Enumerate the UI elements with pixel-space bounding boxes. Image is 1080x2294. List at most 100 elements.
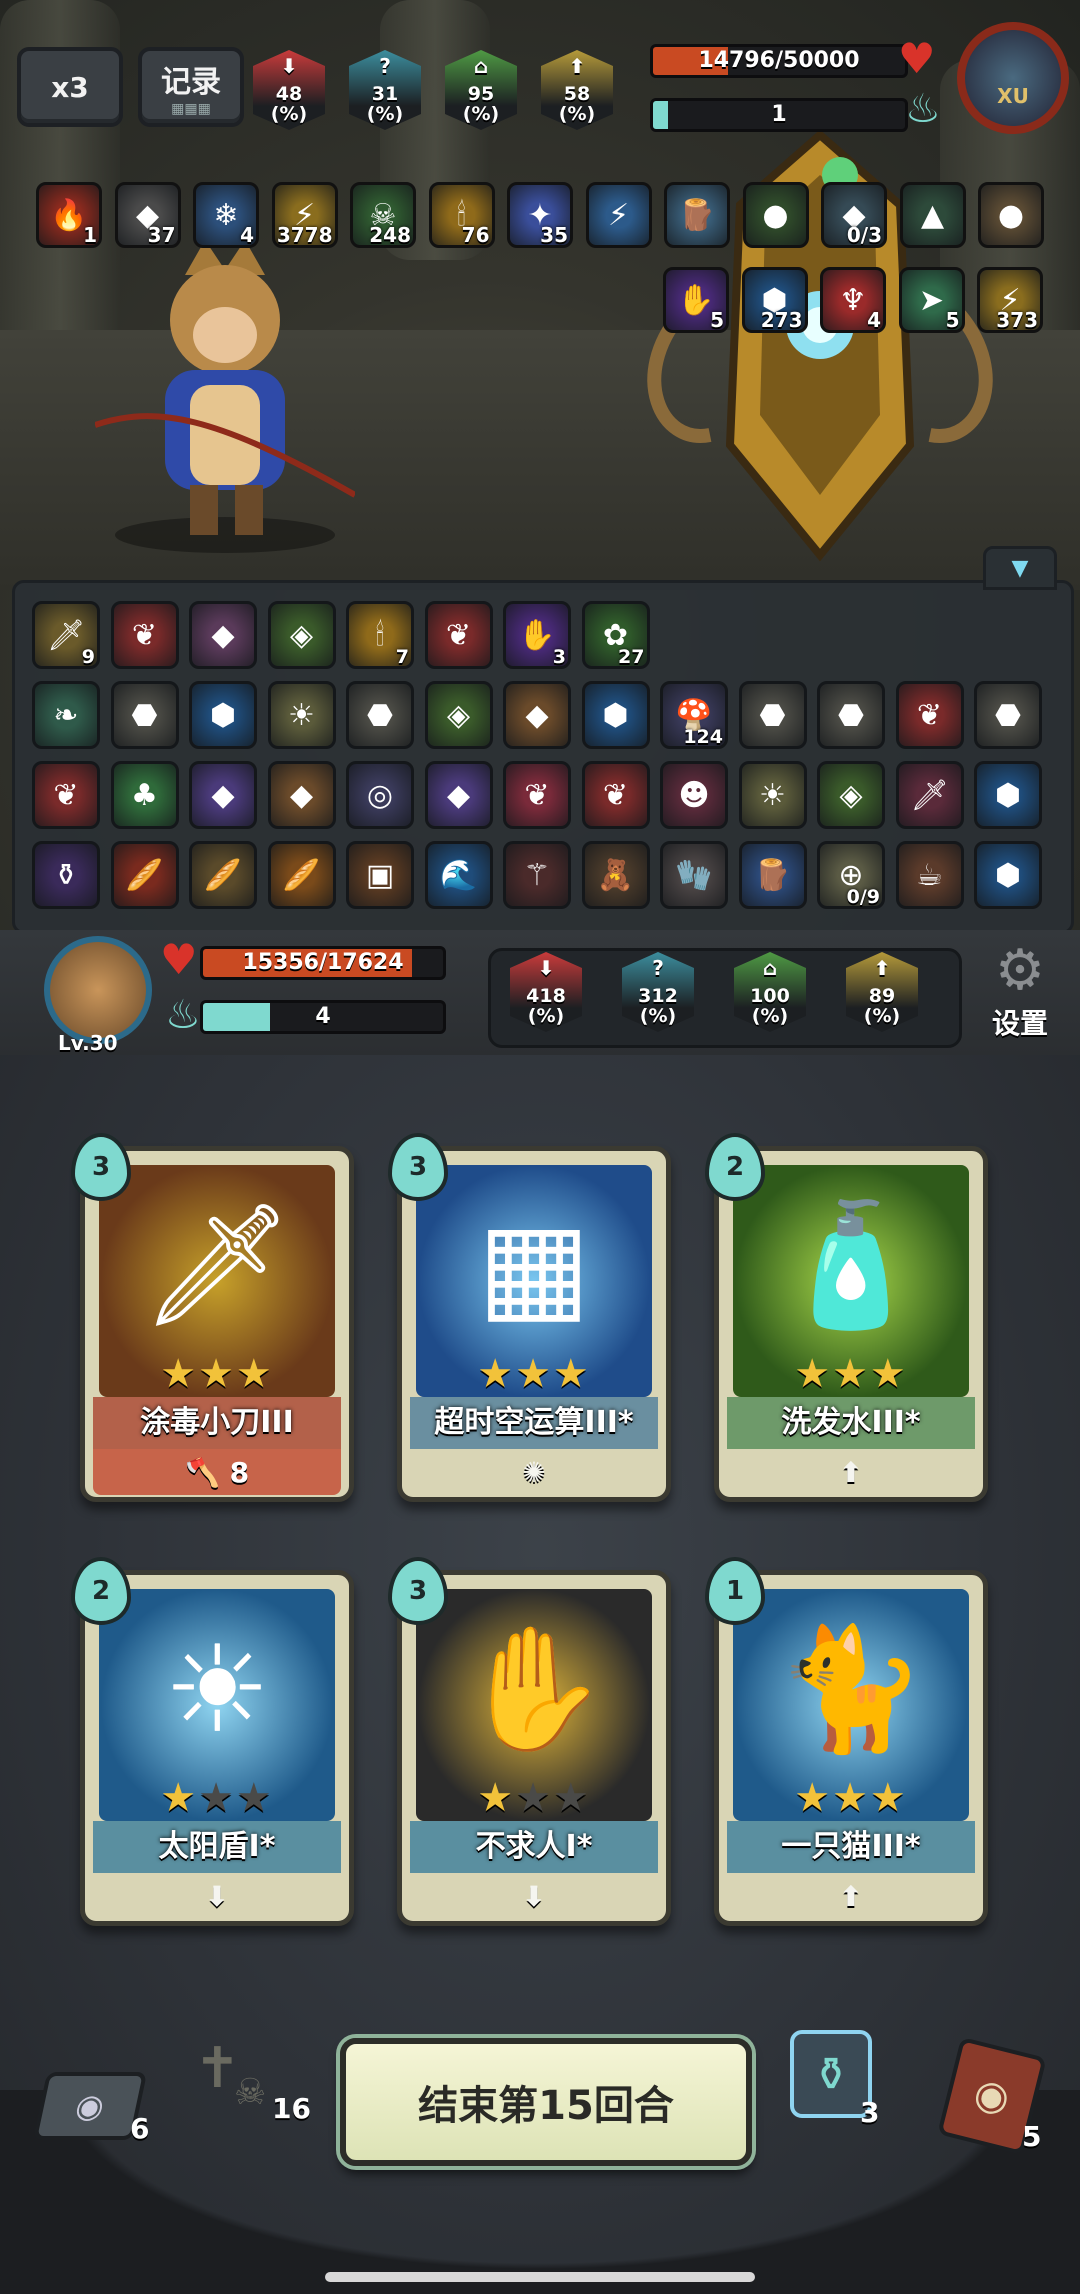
blood-flame-slot[interactable]: 🔥 1: [36, 182, 102, 248]
stat-badge-attack-down[interactable]: ⬇ 418 (%): [510, 952, 582, 1032]
red-gem-icon: ❦: [131, 617, 158, 653]
stack-count: 4: [867, 308, 881, 332]
snowflake-slot[interactable]: ❄ 4: [193, 182, 259, 248]
card-back-scratcher[interactable]: ✋ ★★★ 不求人I* ⬇ 3: [388, 1557, 671, 1926]
dark-disc-slot[interactable]: ◎: [346, 761, 414, 829]
star-filled-icon: ★: [235, 1351, 274, 1397]
player-avatar[interactable]: [44, 936, 152, 1044]
crystal-slot[interactable]: ◆: [189, 601, 257, 669]
draw-pile-button[interactable]: ◉ 6: [32, 2062, 149, 2152]
record-button[interactable]: 记录 ▦▦▦: [138, 47, 244, 127]
enemy-avatar-label: XU: [997, 84, 1029, 108]
green-potion-slot[interactable]: ♣: [110, 761, 179, 829]
green-stone-slot[interactable]: ◈: [267, 601, 336, 669]
green-orb-slot[interactable]: ●: [742, 182, 809, 248]
sword-slot[interactable]: 🗡 9: [32, 601, 100, 669]
stat-badge-question[interactable]: ? 312 (%): [622, 952, 694, 1032]
gourd-slot[interactable]: ⚱: [32, 841, 100, 909]
green-stone-slot[interactable]: ◈: [424, 681, 493, 749]
card-shampoo[interactable]: 🧴 ★★★ 洗发水III* ⬆ 2: [705, 1133, 988, 1502]
bread-slot[interactable]: 🥖: [189, 841, 257, 909]
hero-character[interactable]: [94, 235, 357, 555]
stone-armor-slot[interactable]: ◆ 37: [114, 182, 181, 248]
lightning-slot[interactable]: ⚡ 3778: [271, 182, 338, 248]
stat-badge-question[interactable]: ? 31 (%): [349, 50, 421, 130]
amber-slot[interactable]: ◆: [267, 761, 336, 829]
iron-ore-slot[interactable]: ⬣: [974, 681, 1042, 749]
poison-skull-slot[interactable]: ☠ 248: [350, 182, 416, 248]
pyramid-slot[interactable]: ▲: [899, 182, 966, 248]
stat-badge-defense[interactable]: ⌂ 100 (%): [734, 952, 806, 1032]
red-gem-slot[interactable]: ❦: [581, 761, 650, 829]
potion-button[interactable]: ⚱ 3: [790, 2030, 880, 2130]
baguette-slot[interactable]: 🥖: [267, 841, 336, 909]
staff-slot[interactable]: ⚚: [503, 841, 571, 909]
card-circuit-card[interactable]: ▦ ★★★ 超时空运算III* ✺ 3: [388, 1133, 671, 1502]
dark-hand-slot[interactable]: ✋ 5: [663, 267, 729, 333]
card-stars: ★★★: [402, 1351, 666, 1397]
crate-slot[interactable]: ▣: [346, 841, 414, 909]
iron-ore-slot[interactable]: ⬣: [817, 681, 885, 749]
compass-slot[interactable]: ⊕ 0/9: [817, 841, 885, 909]
feather-slot[interactable]: ❧: [32, 681, 100, 749]
sun-coin-icon: ☀: [759, 777, 786, 813]
iron-ore-slot[interactable]: ⬣: [738, 681, 807, 749]
discard-pile-button[interactable]: ◉ 5: [928, 2036, 1058, 2160]
glove-slot[interactable]: 🧤: [660, 841, 728, 909]
grave-button[interactable]: ✝ ☠ 16: [190, 2036, 311, 2136]
settings-button[interactable]: ⚙ 设置: [978, 940, 1062, 1050]
teacup-slot[interactable]: ☕: [895, 841, 964, 909]
red-tube-slot[interactable]: 🥖: [110, 841, 179, 909]
rock-ball-slot[interactable]: ●: [978, 182, 1044, 248]
wand-slot[interactable]: 🪵: [738, 841, 807, 909]
mushroom-slot[interactable]: 🍄 124: [660, 681, 728, 749]
shield-slot[interactable]: ⬢ 273: [741, 267, 808, 333]
dash-slot[interactable]: ➤ 5: [898, 267, 965, 333]
gourd-icon: ⚱: [53, 857, 79, 893]
star-burst-slot[interactable]: ✦ 35: [507, 182, 573, 248]
bolt-slot[interactable]: ⚡ 373: [977, 267, 1043, 333]
sun-coin-slot[interactable]: ☀: [738, 761, 807, 829]
card-poison-dagger[interactable]: 🗡 ★★★ 涂毒小刀III 🪓 83: [71, 1133, 354, 1502]
attack-down-icon: ⬇: [280, 54, 298, 78]
red-gem-slot[interactable]: ❦: [895, 681, 964, 749]
red-heart-slot[interactable]: ❦: [503, 761, 571, 829]
shock-figure-slot[interactable]: ⚡: [585, 182, 652, 248]
dagger-slot[interactable]: 🗡: [895, 761, 964, 829]
cube-slot[interactable]: ◆ 0/3: [821, 182, 887, 248]
blue-gem-slot[interactable]: ⬢: [974, 841, 1042, 909]
amber-slot[interactable]: ◆: [503, 681, 571, 749]
red-gem-slot[interactable]: ❦: [32, 761, 100, 829]
stat-badge-defense[interactable]: ⌂ 95 (%): [445, 50, 517, 130]
blue-gem-slot[interactable]: ⬢: [581, 681, 650, 749]
sun-coin-slot[interactable]: ☀: [267, 681, 336, 749]
stat-badge-attack-down[interactable]: ⬇ 48 (%): [253, 50, 325, 130]
staff-slot[interactable]: 🪵: [664, 182, 730, 248]
enemy-avatar[interactable]: XU: [957, 22, 1069, 134]
teddy-bear-slot[interactable]: 🧸: [581, 841, 650, 909]
purple-crystal-slot[interactable]: ◆: [424, 761, 493, 829]
blue-gem-slot[interactable]: ⬢: [189, 681, 257, 749]
candle-slot[interactable]: 🕯 7: [346, 601, 414, 669]
collapse-tab[interactable]: ▼: [983, 546, 1057, 590]
candle-slot[interactable]: 🕯 76: [428, 182, 495, 248]
stat-badge-speed-up[interactable]: ⬆ 89 (%): [846, 952, 918, 1032]
iron-ore-slot[interactable]: ⬣: [346, 681, 414, 749]
rage-slot[interactable]: ♆ 4: [820, 267, 886, 333]
red-gem-slot[interactable]: ❦: [424, 601, 493, 669]
end-turn-button[interactable]: 结束第15回合: [340, 2038, 752, 2166]
stat-badge-speed-up[interactable]: ⬆ 58 (%): [541, 50, 613, 130]
dark-hand-slot[interactable]: ✋ 3: [503, 601, 571, 669]
card-sun-shield[interactable]: ☀ ★★★ 太阳盾I* ⬇ 2: [71, 1557, 354, 1926]
stat-unit: (%): [639, 1005, 677, 1027]
card-white-cat[interactable]: 🐈 ★★★ 一只猫III* ⬆ 1: [705, 1557, 988, 1926]
red-gem-slot[interactable]: ❦: [110, 601, 179, 669]
speed-button[interactable]: x3: [17, 47, 123, 127]
purple-crystal-slot[interactable]: ◆: [189, 761, 257, 829]
water-drop-slot[interactable]: 🌊: [424, 841, 493, 909]
green-stone-slot[interactable]: ◈: [817, 761, 885, 829]
creature-slot[interactable]: ☻: [660, 761, 728, 829]
iron-ore-slot[interactable]: ⬣: [110, 681, 179, 749]
blue-gem-slot[interactable]: ⬢: [974, 761, 1042, 829]
plant-slot[interactable]: ✿ 27: [581, 601, 650, 669]
